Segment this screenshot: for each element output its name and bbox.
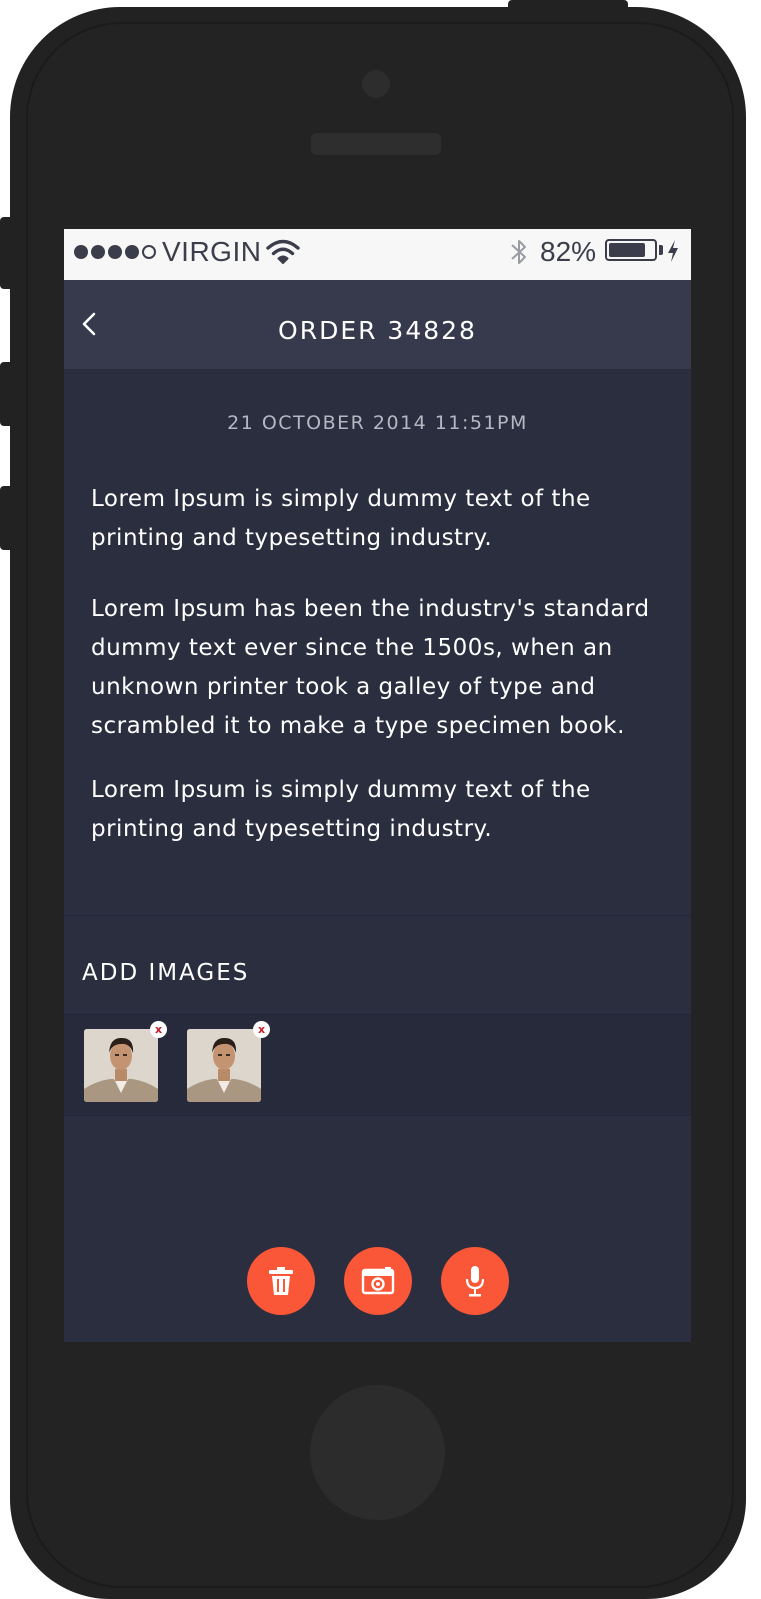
signal-dot bbox=[91, 245, 105, 259]
microphone-icon bbox=[465, 1266, 485, 1297]
chevron-left-icon[interactable] bbox=[72, 302, 116, 346]
order-paragraph: Lorem Ipsum is simply dummy text of the … bbox=[91, 486, 591, 551]
battery-tip bbox=[659, 245, 663, 255]
page-title: ORDER 34828 bbox=[278, 316, 477, 345]
trash-icon bbox=[269, 1267, 293, 1295]
remove-image-button[interactable]: x bbox=[150, 1021, 167, 1038]
front-camera bbox=[362, 70, 390, 98]
battery-percent: 82% bbox=[540, 236, 597, 267]
remove-image-button[interactable]: x bbox=[253, 1021, 270, 1038]
portrait-photo bbox=[84, 1029, 158, 1102]
add-photo-button[interactable] bbox=[344, 1247, 412, 1315]
app-screen: VIRGIN 82% ORDER 34828 21 OCTOBER 2014 1… bbox=[64, 229, 691, 1342]
signal-dot bbox=[74, 245, 88, 259]
battery-level bbox=[609, 243, 645, 257]
add-images-title: ADD IMAGES bbox=[82, 960, 250, 986]
image-thumbnail[interactable] bbox=[84, 1029, 158, 1102]
image-thumbnail[interactable] bbox=[187, 1029, 261, 1102]
signal-dot-empty bbox=[142, 245, 156, 259]
record-audio-button[interactable] bbox=[441, 1247, 509, 1315]
order-date: 21 OCTOBER 2014 11:51PM bbox=[227, 412, 528, 434]
signal-dot bbox=[125, 245, 139, 259]
home-button[interactable] bbox=[310, 1385, 445, 1520]
wifi-icon bbox=[266, 239, 300, 264]
charging-bolt-icon bbox=[668, 240, 678, 262]
earpiece-speaker bbox=[311, 133, 441, 155]
portrait-photo bbox=[187, 1029, 261, 1102]
status-bar: VIRGIN 82% bbox=[64, 229, 691, 280]
order-paragraph: Lorem Ipsum has been the industry's stan… bbox=[91, 596, 650, 739]
camera-icon bbox=[361, 1267, 395, 1295]
battery-icon bbox=[605, 239, 657, 261]
delete-button[interactable] bbox=[247, 1247, 315, 1315]
navigation-bar: ORDER 34828 bbox=[64, 280, 691, 369]
section-divider bbox=[64, 915, 691, 916]
image-attachments: x x bbox=[64, 1014, 691, 1116]
signal-dot bbox=[108, 245, 122, 259]
carrier-name: VIRGIN bbox=[162, 236, 262, 267]
order-paragraph: Lorem Ipsum is simply dummy text of the … bbox=[91, 777, 591, 842]
bluetooth-icon bbox=[511, 240, 526, 264]
signal-strength bbox=[74, 242, 156, 262]
